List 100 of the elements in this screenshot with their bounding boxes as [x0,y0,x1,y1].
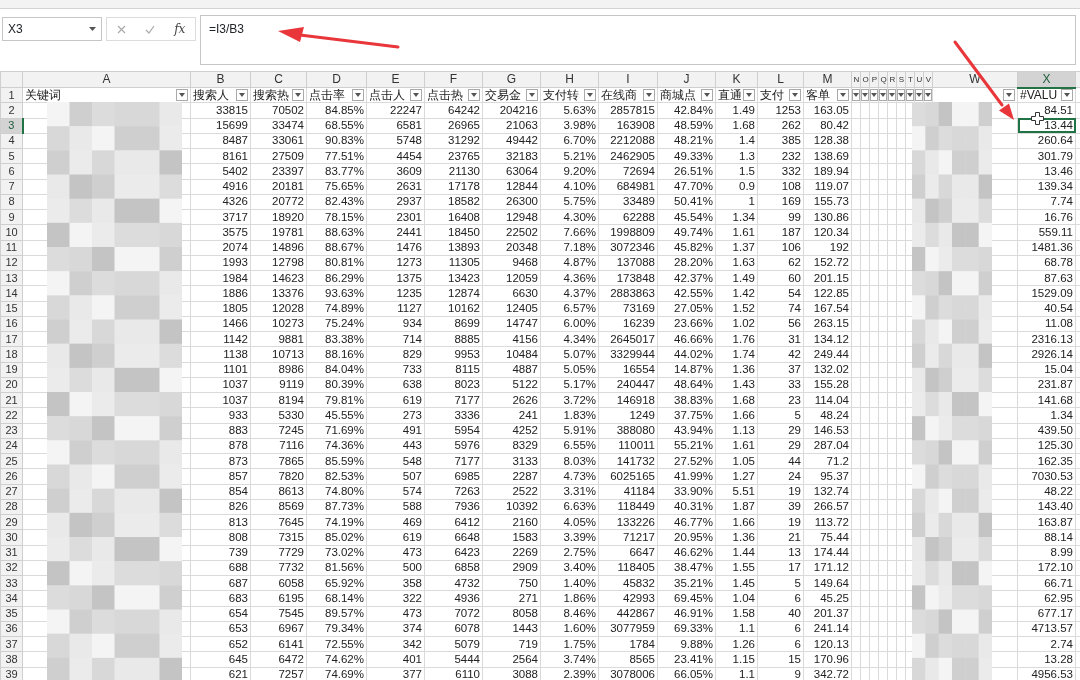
filter-button[interactable] [743,89,755,102]
table-cell: 3.72% [540,392,599,408]
table-cell: 29 [757,438,804,454]
column-header[interactable]: Q [878,71,888,88]
table-cell: 4454 [366,148,425,164]
table-cell: 23 [757,392,804,408]
column-header[interactable]: B [190,71,251,88]
table-cell: 2074 [190,240,251,256]
check-icon[interactable] [144,24,155,34]
filter-button[interactable] [176,89,188,102]
table-cell: 10162 [424,301,483,317]
filter-button[interactable] [888,89,896,102]
column-header[interactable]: V [923,71,933,88]
column-header[interactable]: U [914,71,924,88]
column-header[interactable]: G [482,71,541,88]
table-cell: 559.11 [1017,224,1076,240]
table-cell: 1.15 [715,651,758,667]
table-cell: 71.69% [306,423,367,439]
insert-function-button[interactable]: fx [174,20,186,38]
table-cell: 714 [366,331,425,347]
formula-field[interactable]: =I3/B3 [200,15,1076,65]
filter-button[interactable] [701,89,713,102]
table-cell: 16554 [598,362,658,378]
table-cell: 1476 [366,240,425,256]
column-header[interactable]: P [869,71,879,88]
filter-button[interactable] [352,89,364,102]
column-header[interactable]: O [860,71,870,88]
table-cell: 443 [366,438,425,454]
column-header[interactable]: A [22,71,191,88]
table-cell: 654 [190,606,251,622]
table-cell: 14747 [482,316,541,332]
filter-button[interactable] [861,89,869,102]
table-cell: 71.2 [803,453,852,469]
table-cell: 1.66 [715,407,758,423]
column-header[interactable]: F [424,71,483,88]
table-cell: 77.51% [306,148,367,164]
column-header[interactable]: R [887,71,897,88]
table-cell: 240447 [598,377,658,393]
column-header[interactable]: X [1017,71,1076,88]
table-cell: 857 [190,468,251,484]
table-cell: 1984 [190,270,251,286]
table-cell: 10392 [482,499,541,515]
table-cell: 548 [366,453,425,469]
table-cell: 9881 [250,331,307,347]
column-header[interactable]: C [250,71,307,88]
filter-button[interactable] [292,89,304,102]
table-cell: 1.4 [715,133,758,149]
column-header[interactable]: H [540,71,599,88]
filter-button[interactable] [584,89,596,102]
column-header[interactable]: J [657,71,716,88]
filter-button[interactable] [468,89,480,102]
filter-button[interactable] [870,89,878,102]
filter-button[interactable] [410,89,422,102]
table-cell: 13.46 [1017,163,1076,179]
table-cell: 132.02 [803,362,852,378]
column-header[interactable]: S [896,71,906,88]
table-cell: 273 [366,407,425,423]
table-cell: 45.25 [803,590,852,606]
filter-button[interactable] [1061,89,1073,102]
table-cell: 7245 [250,423,307,439]
column-header[interactable]: L [757,71,804,88]
table-cell: 3.98% [540,118,599,134]
column-header[interactable]: N [851,71,861,88]
filter-button[interactable] [906,89,914,102]
table-cell: 130.86 [803,209,852,225]
column-header[interactable]: K [715,71,758,88]
table-cell: 22247 [366,102,425,118]
table-cell: 388080 [598,423,658,439]
column-header[interactable]: I [598,71,658,88]
filter-button[interactable] [526,89,538,102]
table-cell: 7177 [424,392,483,408]
filter-button[interactable] [236,89,248,102]
filter-button[interactable] [837,89,849,102]
table-cell: 47.70% [657,179,716,195]
filter-button[interactable] [1003,89,1015,102]
column-header[interactable]: T [905,71,915,88]
table-cell: 19 [757,484,804,500]
table-cell: 9.88% [657,636,716,652]
filter-button[interactable] [643,89,655,102]
filter-button[interactable] [879,89,887,102]
table-cell: 20181 [250,179,307,195]
filter-button[interactable] [852,89,860,102]
column-header[interactable]: M [803,71,852,88]
table-cell: 4.37% [540,285,599,301]
table-cell: 6412 [424,514,483,530]
table-cell: 19 [757,514,804,530]
filter-button[interactable] [915,89,923,102]
filter-button[interactable] [897,89,905,102]
name-box[interactable]: X3 [2,17,102,41]
table-cell: 37 [757,362,804,378]
table-cell: 1.63 [715,255,758,271]
table-cell: 84.04% [306,362,367,378]
table-cell: 5.51 [715,484,758,500]
table-cell: 2909 [482,560,541,576]
filter-button[interactable] [924,89,932,102]
table-cell: 42.55% [657,285,716,301]
column-header[interactable]: D [306,71,367,88]
filter-button[interactable] [789,89,801,102]
table-cell: 442867 [598,606,658,622]
column-header[interactable]: E [366,71,425,88]
